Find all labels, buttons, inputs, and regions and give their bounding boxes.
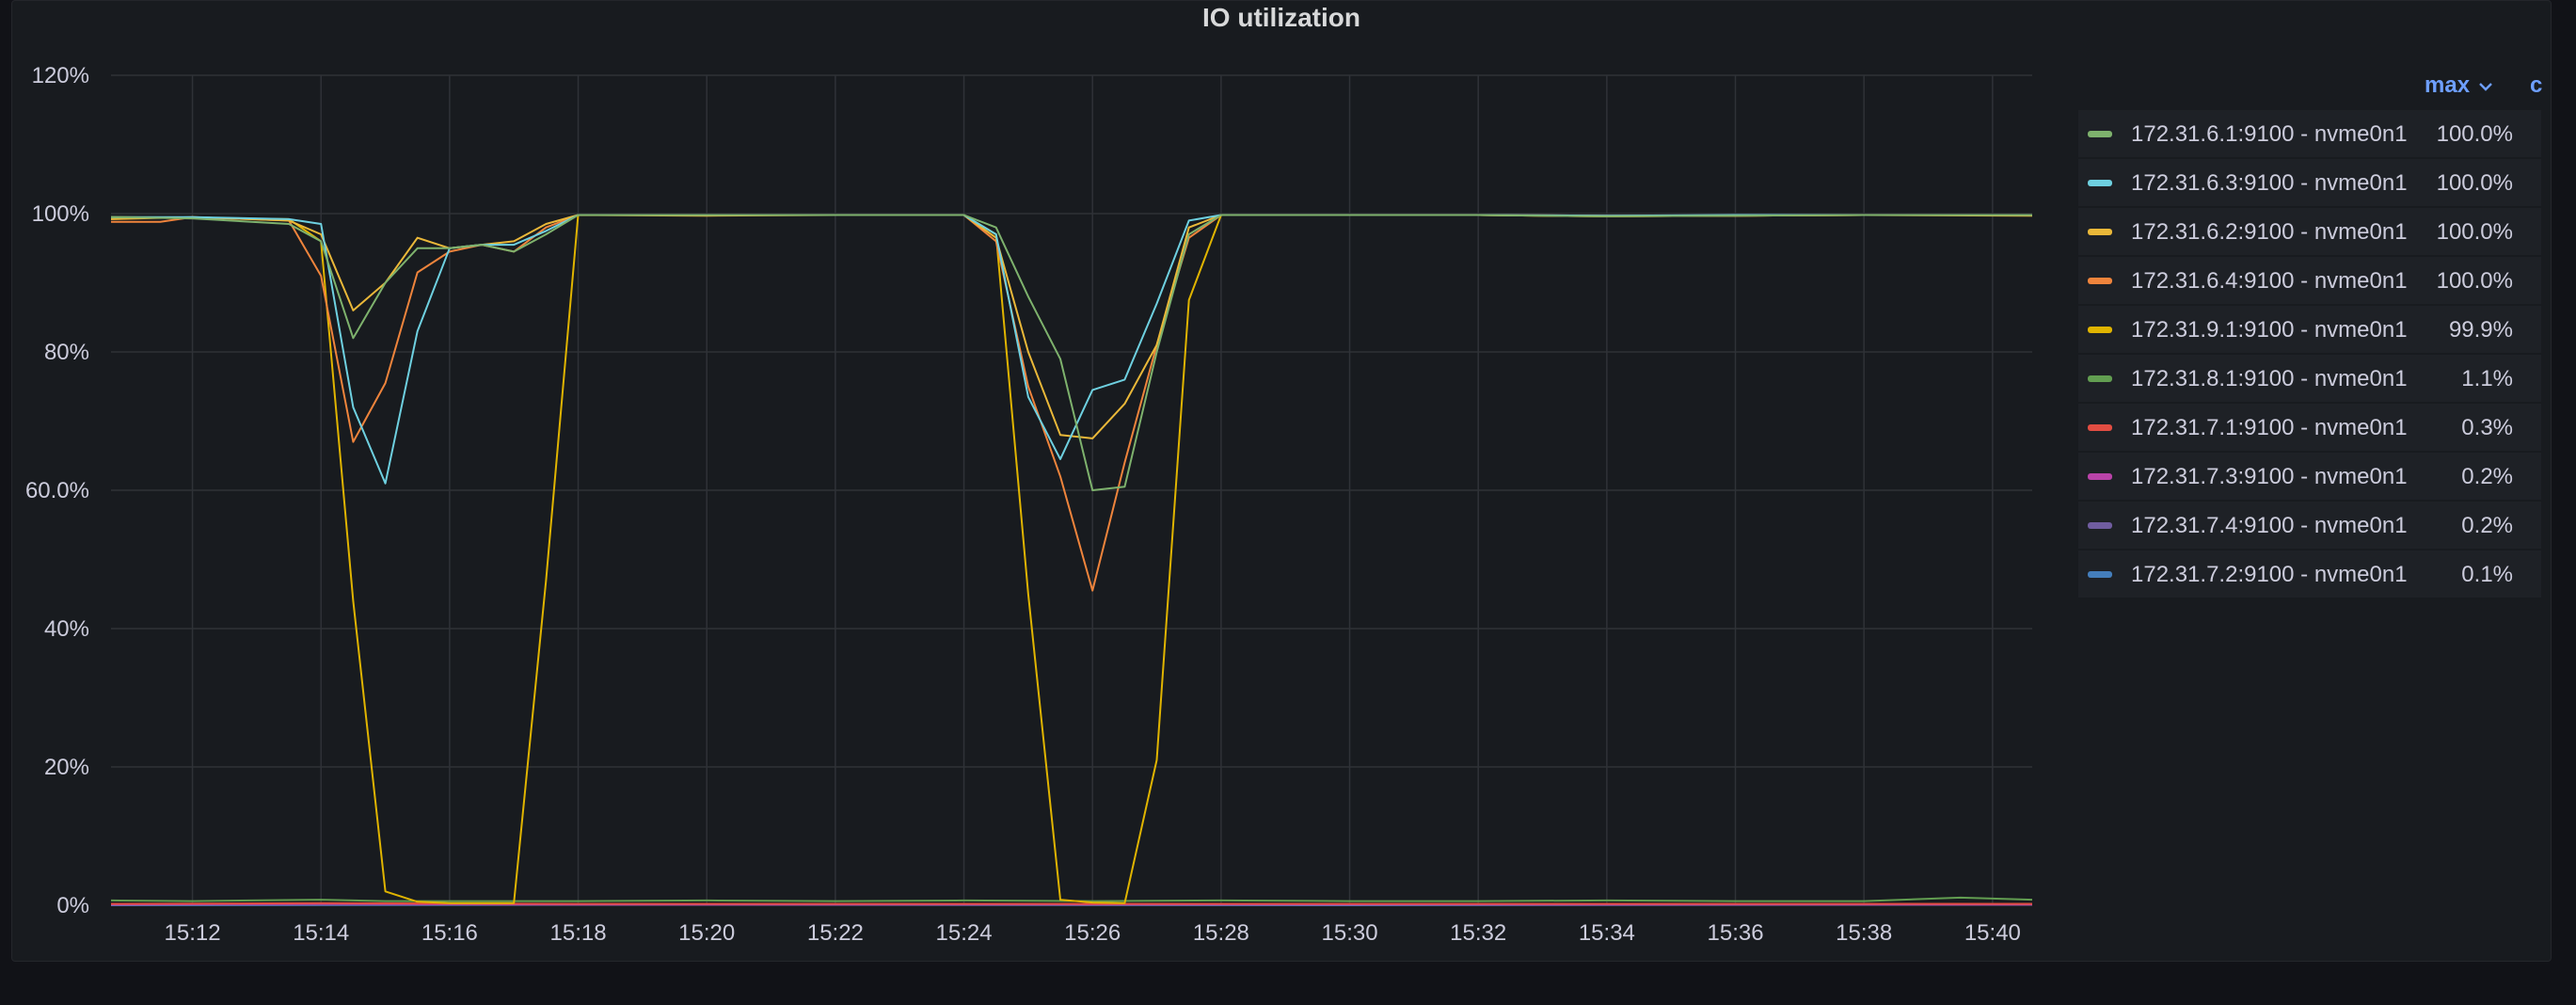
x-tick-label: 15:18 xyxy=(550,920,607,946)
legend-row[interactable]: 172.31.6.4:9100 - nvme0n1 100.0% xyxy=(2078,257,2541,304)
x-tick-label: 15:16 xyxy=(421,920,478,946)
y-tick-label: 20% xyxy=(44,755,89,780)
legend-series-name[interactable]: 172.31.7.2:9100 - nvme0n1 xyxy=(2131,562,2408,588)
x-tick-label: 15:30 xyxy=(1322,920,1378,946)
legend-row[interactable]: 172.31.7.3:9100 - nvme0n1 0.2% xyxy=(2078,453,2541,500)
legend-series-name[interactable]: 172.31.6.1:9100 - nvme0n1 xyxy=(2131,121,2408,148)
legend-header: max c xyxy=(2078,63,2542,110)
series-line[interactable] xyxy=(110,214,2032,904)
legend-series-color-swatch[interactable] xyxy=(2088,327,2112,333)
x-tick-label: 15:40 xyxy=(1964,920,2021,946)
legend-series-color-swatch[interactable] xyxy=(2088,522,2112,529)
legend-series-max-value: 1.1% xyxy=(2461,366,2513,391)
legend-series-name[interactable]: 172.31.9.1:9100 - nvme0n1 xyxy=(2131,317,2408,343)
y-tick-label: 120% xyxy=(32,63,89,88)
legend-row[interactable]: 172.31.6.2:9100 - nvme0n1 100.0% xyxy=(2078,208,2541,255)
series-lines xyxy=(110,214,2033,906)
y-tick-label: 0% xyxy=(56,893,89,918)
legend-series-max-value: 0.2% xyxy=(2461,464,2513,489)
legend-series-name[interactable]: 172.31.6.3:9100 - nvme0n1 xyxy=(2131,170,2408,197)
legend-series-max-value: 100.0% xyxy=(2436,170,2513,196)
legend-series-name[interactable]: 172.31.6.4:9100 - nvme0n1 xyxy=(2131,268,2408,295)
legend-series-max-value: 100.0% xyxy=(2436,219,2513,245)
legend-series-color-swatch[interactable] xyxy=(2088,375,2112,382)
legend-series-max-value: 99.9% xyxy=(2448,317,2513,343)
legend-row[interactable]: 172.31.7.4:9100 - nvme0n1 0.2% xyxy=(2078,502,2541,549)
y-axis-ticks: 0% 20% 40% 60.0% 80% 100% 120% xyxy=(25,63,89,918)
legend-row[interactable]: 172.31.9.1:9100 - nvme0n1 99.9% xyxy=(2078,306,2541,353)
line-chart[interactable]: 0% 20% 40% 60.0% 80% 100% 120% 15:12 15:14 15:16… xyxy=(12,1,2063,963)
legend-series-color-swatch[interactable] xyxy=(2088,229,2112,235)
legend-row[interactable]: 172.31.8.1:9100 - nvme0n1 1.1% xyxy=(2078,355,2541,402)
legend-series-color-swatch[interactable] xyxy=(2088,131,2112,137)
y-tick-label: 40% xyxy=(44,616,89,642)
x-tick-label: 15:32 xyxy=(1450,920,1506,946)
legend-series-name[interactable]: 172.31.8.1:9100 - nvme0n1 xyxy=(2131,366,2408,392)
legend-series-max-value: 100.0% xyxy=(2436,268,2513,294)
x-tick-label: 15:20 xyxy=(678,920,735,946)
series-line[interactable] xyxy=(110,901,2032,905)
series-line[interactable] xyxy=(111,214,2032,485)
grid-lines xyxy=(111,74,2032,906)
legend-series-name[interactable]: 172.31.6.2:9100 - nvme0n1 xyxy=(2131,219,2408,246)
x-tick-label: 15:38 xyxy=(1836,920,1892,946)
legend-series-max-value: 0.1% xyxy=(2461,562,2513,587)
legend-row[interactable]: 172.31.6.1:9100 - nvme0n1 100.0% xyxy=(2078,110,2541,157)
x-tick-label: 15:12 xyxy=(165,920,221,946)
x-tick-label: 15:26 xyxy=(1064,920,1121,946)
legend-series-color-swatch[interactable] xyxy=(2088,571,2112,578)
legend-series-color-swatch[interactable] xyxy=(2088,180,2112,186)
legend-max-column-header[interactable]: max xyxy=(2425,72,2493,99)
y-tick-label: 60.0% xyxy=(25,478,89,503)
x-tick-label: 15:34 xyxy=(1579,920,1635,946)
x-tick-label: 15:14 xyxy=(293,920,349,946)
x-tick-label: 15:28 xyxy=(1193,920,1249,946)
legend-series-name[interactable]: 172.31.7.4:9100 - nvme0n1 xyxy=(2131,513,2408,539)
legend-series-max-value: 0.3% xyxy=(2461,415,2513,440)
x-tick-label: 15:24 xyxy=(936,920,993,946)
x-tick-label: 15:22 xyxy=(807,920,864,946)
y-tick-label: 80% xyxy=(44,340,89,365)
io-utilization-panel: IO utilization 0% 20% 40% 60.0% 80% 100% 120% … xyxy=(11,0,2552,962)
x-tick-label: 15:36 xyxy=(1708,920,1764,946)
legend-c-column-header[interactable]: c xyxy=(2530,72,2542,99)
chevron-down-icon xyxy=(2478,82,2492,91)
legend-series-name[interactable]: 172.31.7.3:9100 - nvme0n1 xyxy=(2131,464,2408,490)
legend-series-max-value: 100.0% xyxy=(2436,121,2513,147)
y-tick-label: 100% xyxy=(32,201,89,227)
legend-row[interactable]: 172.31.7.1:9100 - nvme0n1 0.3% xyxy=(2078,404,2541,451)
legend-row[interactable]: 172.31.7.2:9100 - nvme0n1 0.1% xyxy=(2078,550,2541,598)
legend-row[interactable]: 172.31.6.3:9100 - nvme0n1 100.0% xyxy=(2078,159,2541,206)
legend-rows: 172.31.6.1:9100 - nvme0n1 100.0% 172.31.6.… xyxy=(2078,110,2541,598)
legend-series-color-swatch[interactable] xyxy=(2088,424,2112,431)
legend-max-label: max xyxy=(2425,72,2471,98)
legend-series-max-value: 0.2% xyxy=(2461,513,2513,538)
x-axis-ticks: 15:12 15:14 15:16 15:18 15:20 15:22 15:24 15:26… xyxy=(165,920,2021,946)
legend-series-name[interactable]: 172.31.7.1:9100 - nvme0n1 xyxy=(2131,415,2408,441)
legend-series-color-swatch[interactable] xyxy=(2088,473,2112,480)
legend-series-color-swatch[interactable] xyxy=(2088,278,2112,284)
legend-table: max c 172.31.6.1:9100 - nvme0n1 100.0% 172… xyxy=(2078,63,2542,599)
